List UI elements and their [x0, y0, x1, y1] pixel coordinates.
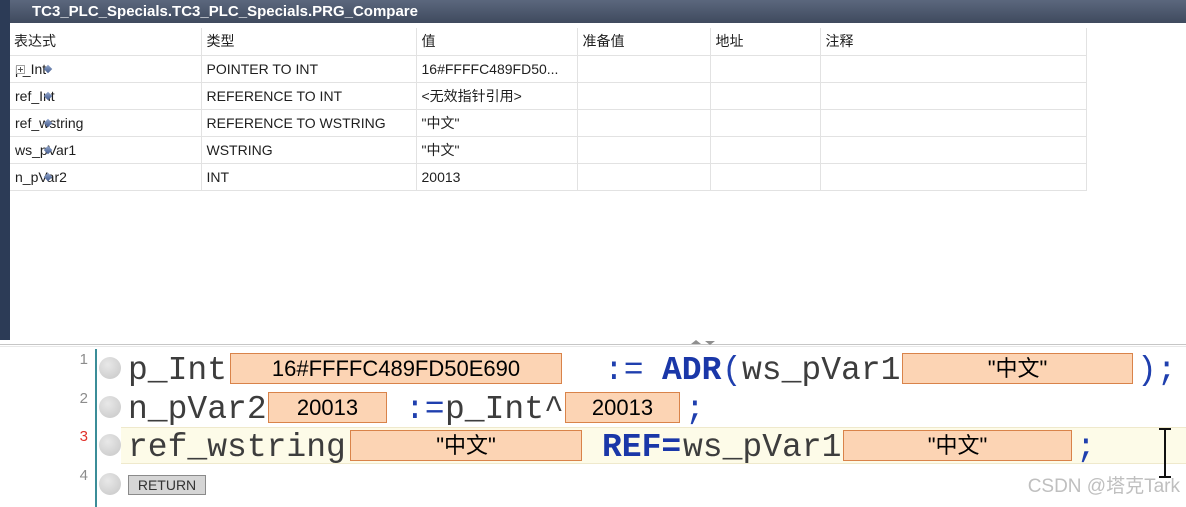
column-header-address[interactable]: 地址 — [709, 28, 821, 56]
code-paren: ( — [722, 352, 742, 389]
panel-splitter[interactable] — [0, 340, 1186, 347]
watch-row[interactable]: ref_wstring REFERENCE TO WSTRING "中文" — [10, 108, 1087, 137]
online-value-box[interactable]: "中文" — [843, 430, 1072, 461]
value-cell: <无效指针引用> — [415, 81, 578, 110]
column-header-comment[interactable]: 注释 — [819, 28, 1087, 56]
expand-plus-icon[interactable] — [16, 64, 25, 74]
code-variable: ref_wstring — [128, 429, 346, 466]
expression-text: n_pVar2 — [15, 168, 67, 185]
prepared-value-cell[interactable] — [576, 135, 711, 164]
online-value-box[interactable]: 20013 — [268, 392, 387, 423]
code-variable: n_pVar2 — [128, 391, 267, 428]
type-cell: WSTRING — [200, 135, 417, 164]
watch-row[interactable]: n_pVar2 INT 20013 — [10, 162, 1087, 191]
code-variable: p_Int — [128, 352, 228, 389]
address-cell — [709, 81, 821, 110]
watch-header-row: 表达式 类型 值 准备值 地址 注释 — [10, 28, 1087, 56]
splitter-up-arrow-icon[interactable] — [691, 340, 701, 344]
watch-table: 表达式 类型 值 准备值 地址 注释 p_Int POINTER TO INT … — [10, 28, 1087, 191]
value-cell: "中文" — [415, 135, 578, 164]
comment-cell — [819, 162, 1087, 191]
code-line-3[interactable]: ref_wstring "中文" REF= ws_pVar1 "中文" ; — [0, 429, 1186, 467]
expression-cell: n_pVar2 — [10, 162, 202, 191]
value-cell: "中文" — [415, 108, 578, 137]
type-cell: POINTER TO INT — [200, 54, 417, 83]
online-value-box[interactable]: "中文" — [902, 353, 1133, 384]
watch-row[interactable]: ws_pVar1 WSTRING "中文" — [10, 135, 1087, 164]
comment-cell — [819, 135, 1087, 164]
watch-table-header: 表达式 类型 值 准备值 地址 注释 — [10, 28, 1087, 56]
column-header-expression[interactable]: 表达式 — [10, 28, 202, 56]
splitter-down-arrow-icon[interactable] — [705, 341, 715, 345]
breakpoint-marker-icon[interactable] — [99, 473, 121, 495]
column-header-prepared-value[interactable]: 准备值 — [576, 28, 711, 56]
watch-panel: 表达式 类型 值 准备值 地址 注释 p_Int POINTER TO INT … — [10, 23, 1186, 340]
watch-table-body: p_Int POINTER TO INT 16#FFFFC489FD50... … — [10, 54, 1087, 191]
code-terminator: ; — [1076, 429, 1096, 466]
column-header-type[interactable]: 类型 — [200, 28, 417, 56]
address-cell — [709, 108, 821, 137]
code-terminator: ; — [685, 391, 705, 428]
comment-cell — [819, 54, 1087, 83]
code-argument: ws_pVar1 — [742, 352, 901, 389]
code-terminator: ); — [1137, 352, 1177, 389]
return-marker: RETURN — [128, 475, 206, 495]
watch-row[interactable]: p_Int POINTER TO INT 16#FFFFC489FD50... — [10, 54, 1087, 83]
code-keyword: REF= — [602, 429, 682, 466]
prepared-value-cell[interactable] — [576, 54, 711, 83]
online-value-box[interactable]: "中文" — [350, 430, 582, 461]
code-dereference: p_Int^ — [445, 391, 564, 428]
code-operator: := — [405, 391, 445, 428]
code-keyword: ADR — [662, 352, 722, 389]
prepared-value-cell[interactable] — [576, 81, 711, 110]
value-cell: 16#FFFFC489FD50... — [415, 54, 578, 83]
comment-cell — [819, 81, 1087, 110]
expression-cell: ref_Int — [10, 81, 202, 110]
left-window-edge — [0, 0, 10, 343]
type-cell: REFERENCE TO INT — [200, 81, 417, 110]
online-value-box[interactable]: 20013 — [565, 392, 680, 423]
code-line-1[interactable]: p_Int 16#FFFFC489FD50E690 := ADR ( ws_pV… — [0, 352, 1186, 390]
text-cursor-icon — [1158, 428, 1172, 478]
watermark: CSDN @塔克Tark — [1027, 476, 1180, 497]
expression-cell: p_Int — [10, 54, 202, 83]
prepared-value-cell[interactable] — [576, 108, 711, 137]
splitter-handle-icon[interactable] — [689, 340, 717, 346]
line-number: 4 — [79, 467, 88, 484]
code-argument: ws_pVar1 — [683, 429, 842, 466]
prepared-value-cell[interactable] — [576, 162, 711, 191]
expression-cell: ref_wstring — [10, 108, 202, 137]
column-header-value[interactable]: 值 — [415, 28, 578, 56]
type-cell: REFERENCE TO WSTRING — [200, 108, 417, 137]
value-cell: 20013 — [415, 162, 578, 191]
code-operator: := — [604, 352, 644, 389]
address-cell — [709, 54, 821, 83]
document-title: TC3_PLC_Specials.TC3_PLC_Specials.PRG_Co… — [32, 3, 418, 20]
address-cell — [709, 162, 821, 191]
expression-cell: ws_pVar1 — [10, 135, 202, 164]
code-line-2[interactable]: n_pVar2 20013 := p_Int^ 20013 ; — [0, 391, 1186, 429]
comment-cell — [819, 108, 1087, 137]
splitter-line — [0, 346, 1186, 347]
watch-row[interactable]: ref_Int REFERENCE TO INT <无效指针引用> — [10, 81, 1087, 110]
text-cursor-stem — [1164, 430, 1166, 476]
code-editor[interactable]: 1 2 3 4 p_Int 16#FFFFC489FD50E690 := ADR… — [0, 340, 1186, 507]
type-cell: INT — [200, 162, 417, 191]
document-tab[interactable]: TC3_PLC_Specials.TC3_PLC_Specials.PRG_Co… — [10, 0, 1186, 23]
splitter-line — [0, 344, 1186, 345]
online-value-box[interactable]: 16#FFFFC489FD50E690 — [230, 353, 562, 384]
address-cell — [709, 135, 821, 164]
